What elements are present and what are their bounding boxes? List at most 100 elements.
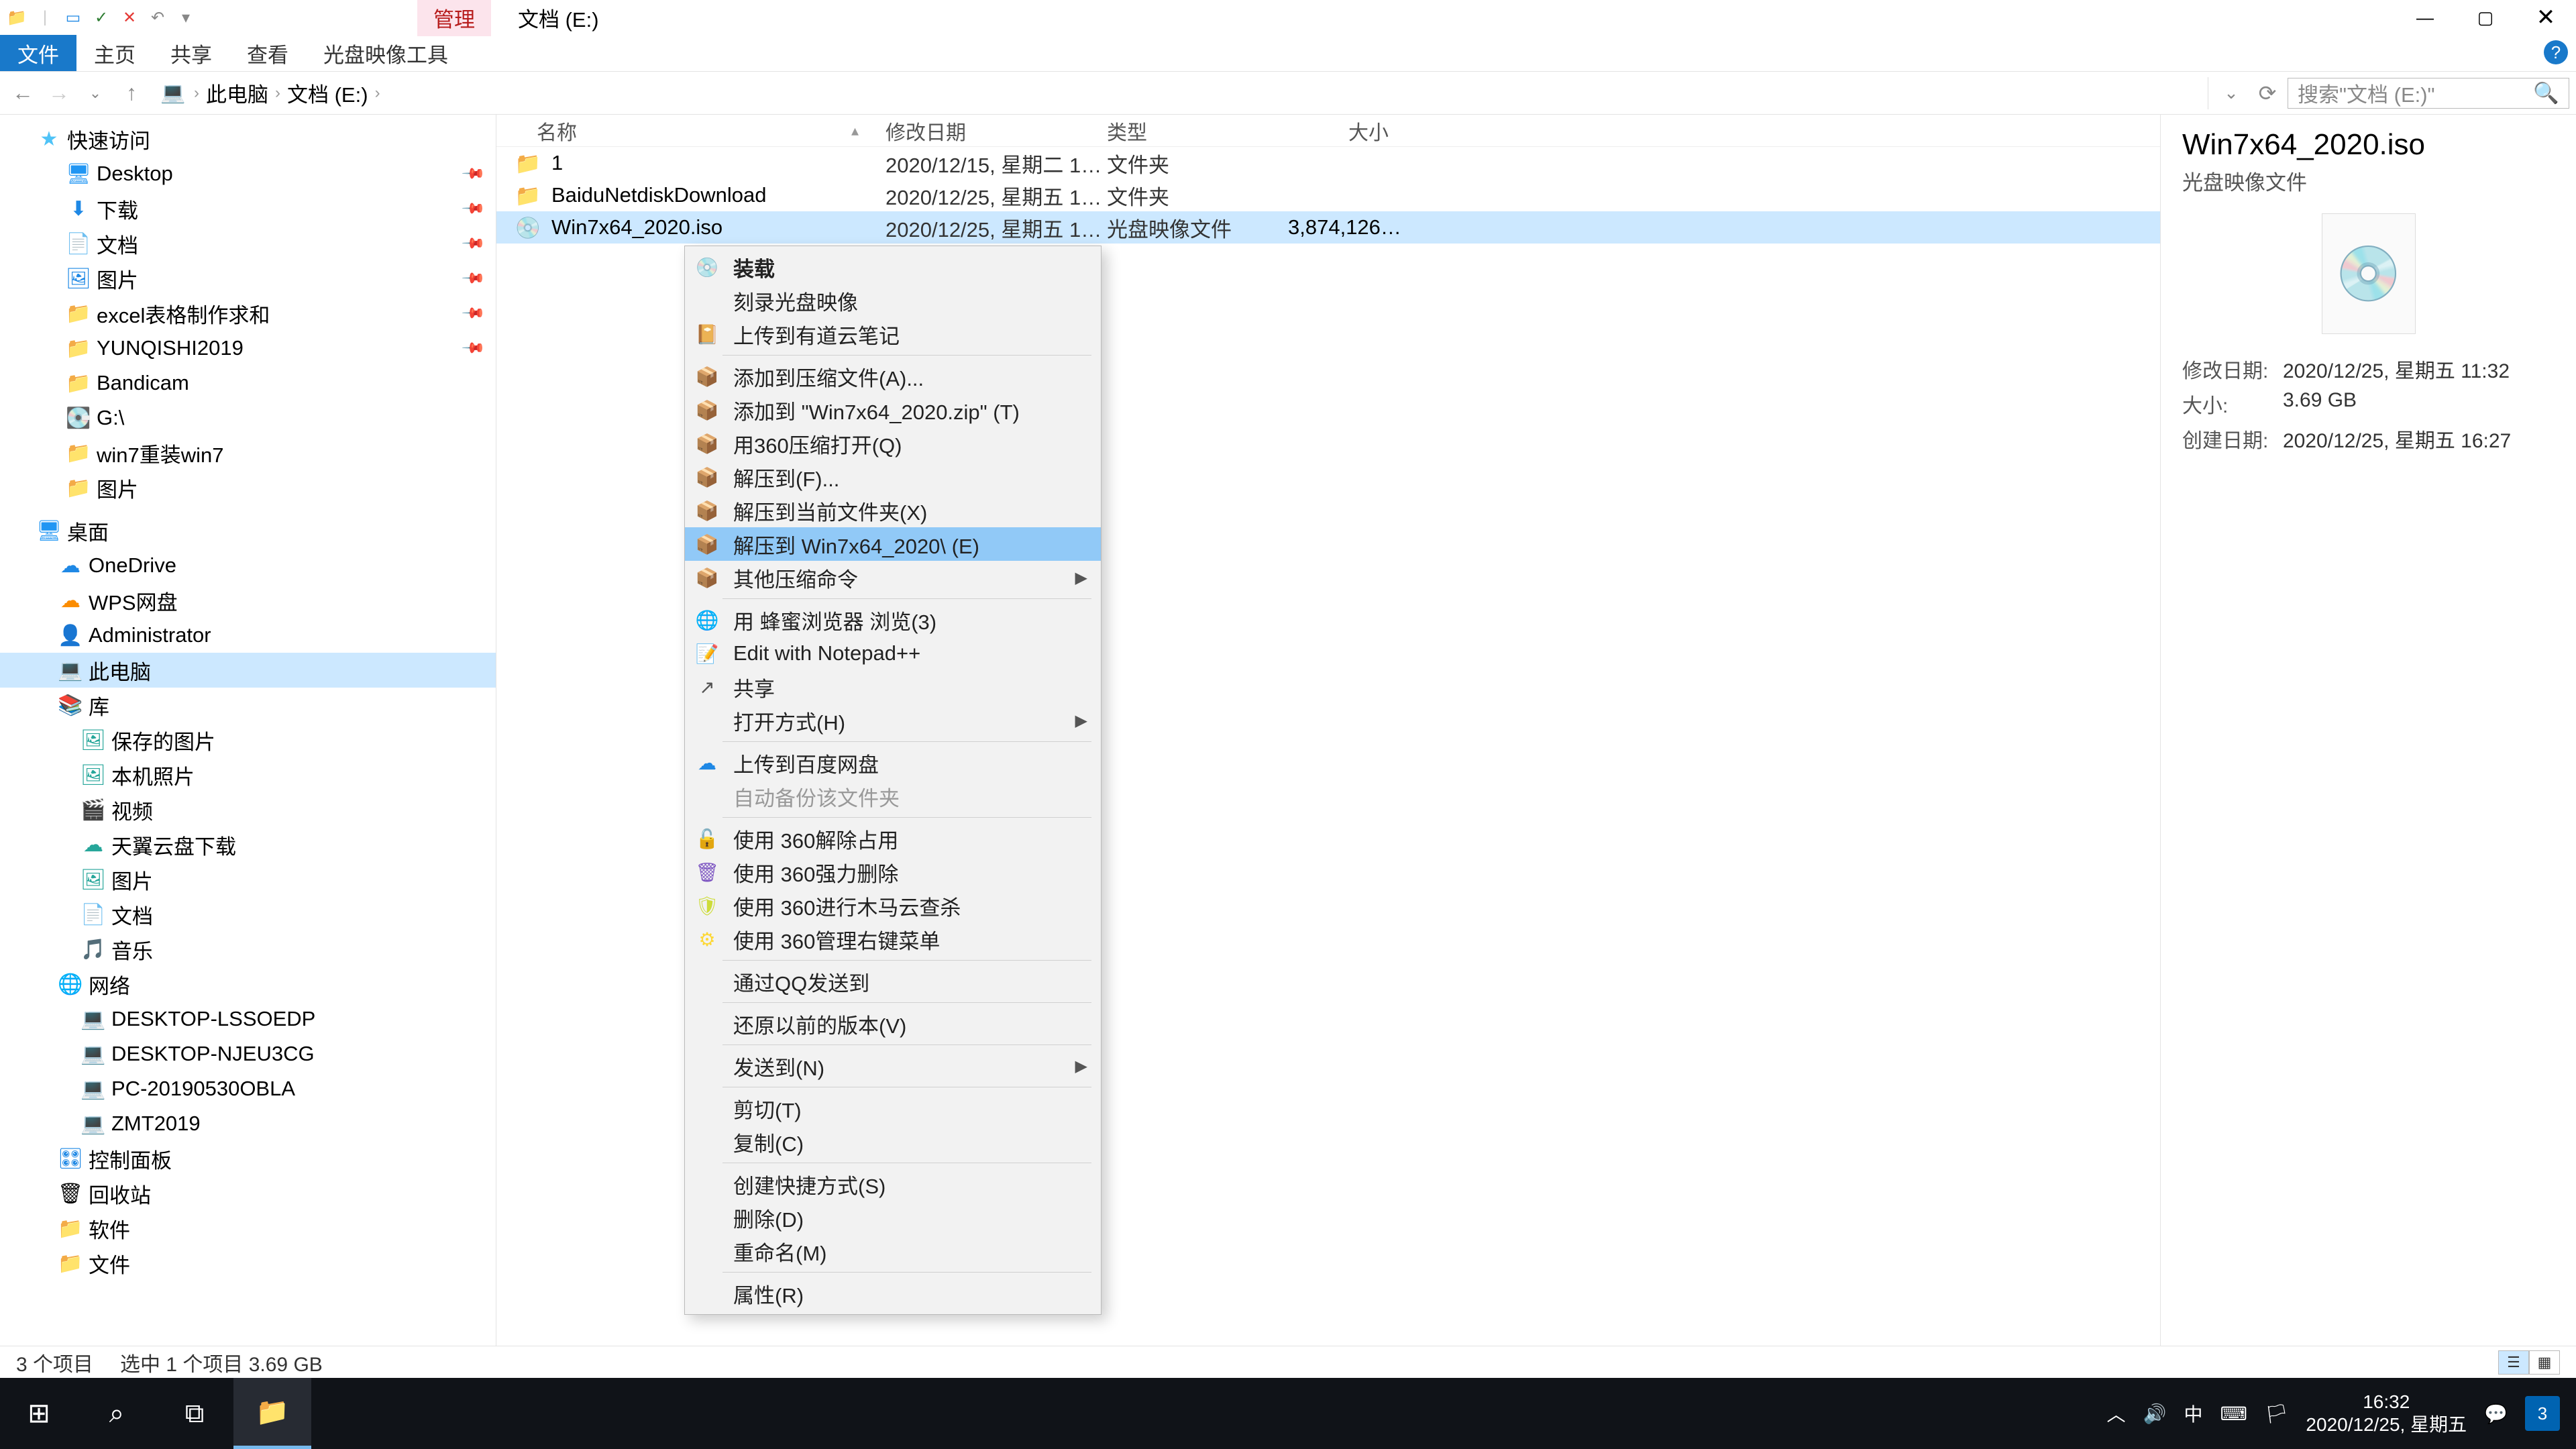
context-menu-item[interactable]: 还原以前的版本(V): [685, 1007, 1101, 1040]
file-row[interactable]: 📁 BaiduNetdiskDownload 2020/12/25, 星期五 1…: [496, 179, 2160, 211]
details-view-button[interactable]: ☰: [2498, 1350, 2529, 1375]
context-menu-item[interactable]: 创建快捷方式(S): [685, 1167, 1101, 1201]
sidebar-item[interactable]: 📁 YUNQISHI2019 📌: [0, 331, 496, 366]
sidebar-item[interactable]: ☁ WPS网盘: [0, 583, 496, 618]
context-menu-item[interactable]: 💿 装载: [685, 250, 1101, 284]
sidebar-quick-access[interactable]: ★ 快速访问: [0, 121, 496, 156]
file-row[interactable]: 💿 Win7x64_2020.iso 2020/12/25, 星期五 1… 光盘…: [496, 211, 2160, 244]
qat-dropdown-icon[interactable]: ▾: [174, 6, 197, 29]
tray-volume-icon[interactable]: 🔊: [2143, 1403, 2167, 1425]
ribbon-tab-share[interactable]: 共享: [153, 35, 229, 71]
sidebar-item[interactable]: 📄 文档 📌: [0, 226, 496, 261]
context-menu-item[interactable]: 删除(D): [685, 1201, 1101, 1234]
start-button[interactable]: ⊞: [0, 1378, 78, 1449]
context-menu-item[interactable]: ↗ 共享: [685, 670, 1101, 704]
recent-dropdown-icon[interactable]: ⌄: [79, 77, 111, 109]
sidebar-item[interactable]: 📁 win7重装win7: [0, 435, 496, 470]
sidebar-item[interactable]: 📁 文件: [0, 1246, 496, 1281]
sidebar-item[interactable]: 🖼 保存的图片: [0, 722, 496, 757]
context-menu-item[interactable]: 📦 添加到 "Win7x64_2020.zip" (T): [685, 393, 1101, 427]
context-menu-item[interactable]: 刻录光盘映像: [685, 284, 1101, 317]
refresh-button[interactable]: ⟳: [2251, 77, 2284, 109]
sidebar-item[interactable]: 💽 G:\: [0, 400, 496, 435]
sidebar-item[interactable]: 💻 此电脑: [0, 653, 496, 688]
sidebar-desktop[interactable]: 🖥 桌面: [0, 513, 496, 548]
context-menu-item[interactable]: 🗑 使用 360强力删除: [685, 855, 1101, 889]
sidebar-item[interactable]: 🖥 Desktop 📌: [0, 156, 496, 191]
close-button[interactable]: ✕: [2516, 0, 2576, 35]
context-menu-item[interactable]: 剪切(T): [685, 1091, 1101, 1125]
search-icon[interactable]: 🔍: [2533, 80, 2559, 105]
context-menu-item[interactable]: 📦 解压到当前文件夹(X): [685, 494, 1101, 527]
sidebar-item[interactable]: 💻 DESKTOP-NJEU3CG: [0, 1036, 496, 1071]
sidebar-item[interactable]: 💻 DESKTOP-LSSOEDP: [0, 1002, 496, 1036]
check-icon[interactable]: ✓: [90, 6, 113, 29]
column-header-type[interactable]: 类型: [1107, 116, 1288, 146]
forward-button[interactable]: →: [43, 77, 75, 109]
tray-keyboard-icon[interactable]: ⌨: [2220, 1403, 2247, 1425]
notification-badge[interactable]: 3: [2525, 1396, 2560, 1431]
context-menu-item[interactable]: 📦 用360压缩打开(Q): [685, 427, 1101, 460]
qat-properties-icon[interactable]: ▭: [62, 6, 85, 29]
sidebar-item[interactable]: 🎛 控制面板: [0, 1141, 496, 1176]
sidebar-item[interactable]: 📚 库: [0, 688, 496, 722]
file-row[interactable]: 📁 1 2020/12/15, 星期二 1… 文件夹: [496, 147, 2160, 179]
sidebar-item[interactable]: 🎵 音乐: [0, 932, 496, 967]
tray-ime-icon[interactable]: 中: [2184, 1400, 2202, 1427]
sidebar-item[interactable]: 💻 ZMT2019: [0, 1106, 496, 1141]
address-dropdown-icon[interactable]: ⌄: [2215, 77, 2247, 109]
sidebar-item[interactable]: 🖼 图片: [0, 862, 496, 897]
sidebar-item[interactable]: 📄 文档: [0, 897, 496, 932]
up-button[interactable]: ↑: [115, 77, 148, 109]
context-menu-item[interactable]: 重命名(M): [685, 1234, 1101, 1268]
context-menu-item[interactable]: 发送到(N) ▶: [685, 1049, 1101, 1083]
sidebar-item[interactable]: 🗑 回收站: [0, 1176, 496, 1211]
tray-security-icon[interactable]: 🏳: [2265, 1403, 2289, 1425]
context-menu-item[interactable]: 📔 上传到有道云笔记: [685, 317, 1101, 351]
taskbar-explorer-button[interactable]: 📁: [233, 1378, 311, 1449]
sidebar-item[interactable]: 📁 图片: [0, 470, 496, 505]
sidebar-item[interactable]: 📁 软件: [0, 1211, 496, 1246]
help-icon[interactable]: ?: [2544, 40, 2568, 64]
context-menu-item[interactable]: 📦 解压到 Win7x64_2020\ (E): [685, 527, 1101, 561]
context-menu-item[interactable]: 通过QQ发送到: [685, 965, 1101, 998]
sidebar-item[interactable]: 🎬 视频: [0, 792, 496, 827]
tray-chevron-up-icon[interactable]: ︿: [2107, 1400, 2126, 1427]
sidebar-item[interactable]: 🖼 本机照片: [0, 757, 496, 792]
context-menu-item[interactable]: 📦 其他压缩命令 ▶: [685, 561, 1101, 594]
breadcrumb-pc[interactable]: 此电脑: [206, 78, 268, 108]
ribbon-tab-home[interactable]: 主页: [76, 35, 153, 71]
search-input[interactable]: 搜索"文档 (E:)" 🔍: [2288, 78, 2569, 109]
sidebar-item[interactable]: 🖼 图片 📌: [0, 261, 496, 296]
column-header-name[interactable]: 名称 ▴: [496, 116, 885, 146]
breadcrumb[interactable]: 💻 › 此电脑 › 文档 (E:) ›: [152, 77, 2204, 109]
sidebar-item[interactable]: 📁 Bandicam: [0, 366, 496, 400]
ribbon-tab-file[interactable]: 文件: [0, 35, 76, 71]
context-menu-item[interactable]: 🛡 使用 360进行木马云查杀: [685, 889, 1101, 922]
back-button[interactable]: ←: [7, 77, 39, 109]
context-menu-item[interactable]: ☁ 上传到百度网盘: [685, 746, 1101, 780]
icons-view-button[interactable]: ▦: [2529, 1350, 2560, 1375]
ribbon-context-tab[interactable]: 管理: [417, 0, 491, 36]
qat-undo-icon[interactable]: ↶: [146, 6, 169, 29]
ribbon-tab-disc-tools[interactable]: 光盘映像工具: [306, 35, 466, 71]
context-menu-item[interactable]: 📦 解压到(F)...: [685, 460, 1101, 494]
context-menu-item[interactable]: 📝 Edit with Notepad++: [685, 637, 1101, 670]
maximize-button[interactable]: ▢: [2455, 0, 2516, 35]
context-menu-item[interactable]: 🌐 用 蜂蜜浏览器 浏览(3): [685, 603, 1101, 637]
taskbar-search-button[interactable]: ⌕: [78, 1378, 156, 1449]
minimize-button[interactable]: —: [2395, 0, 2455, 35]
sidebar-item[interactable]: ☁ 天翼云盘下载: [0, 827, 496, 862]
sidebar-network[interactable]: 🌐 网络: [0, 967, 496, 1002]
sidebar-item[interactable]: 👤 Administrator: [0, 618, 496, 653]
column-header-modified[interactable]: 修改日期: [885, 116, 1107, 146]
context-menu-item[interactable]: 打开方式(H) ▶: [685, 704, 1101, 737]
context-menu-item[interactable]: ⚙ 使用 360管理右键菜单: [685, 922, 1101, 956]
context-menu-item[interactable]: 复制(C): [685, 1125, 1101, 1159]
sidebar-item[interactable]: 💻 PC-20190530OBLA: [0, 1071, 496, 1106]
context-menu-item[interactable]: 🔓 使用 360解除占用: [685, 822, 1101, 855]
sidebar-item[interactable]: ☁ OneDrive: [0, 548, 496, 583]
ribbon-tab-view[interactable]: 查看: [229, 35, 306, 71]
sidebar-item[interactable]: 📁 excel表格制作求和 📌: [0, 296, 496, 331]
context-menu-item[interactable]: 属性(R): [685, 1277, 1101, 1310]
